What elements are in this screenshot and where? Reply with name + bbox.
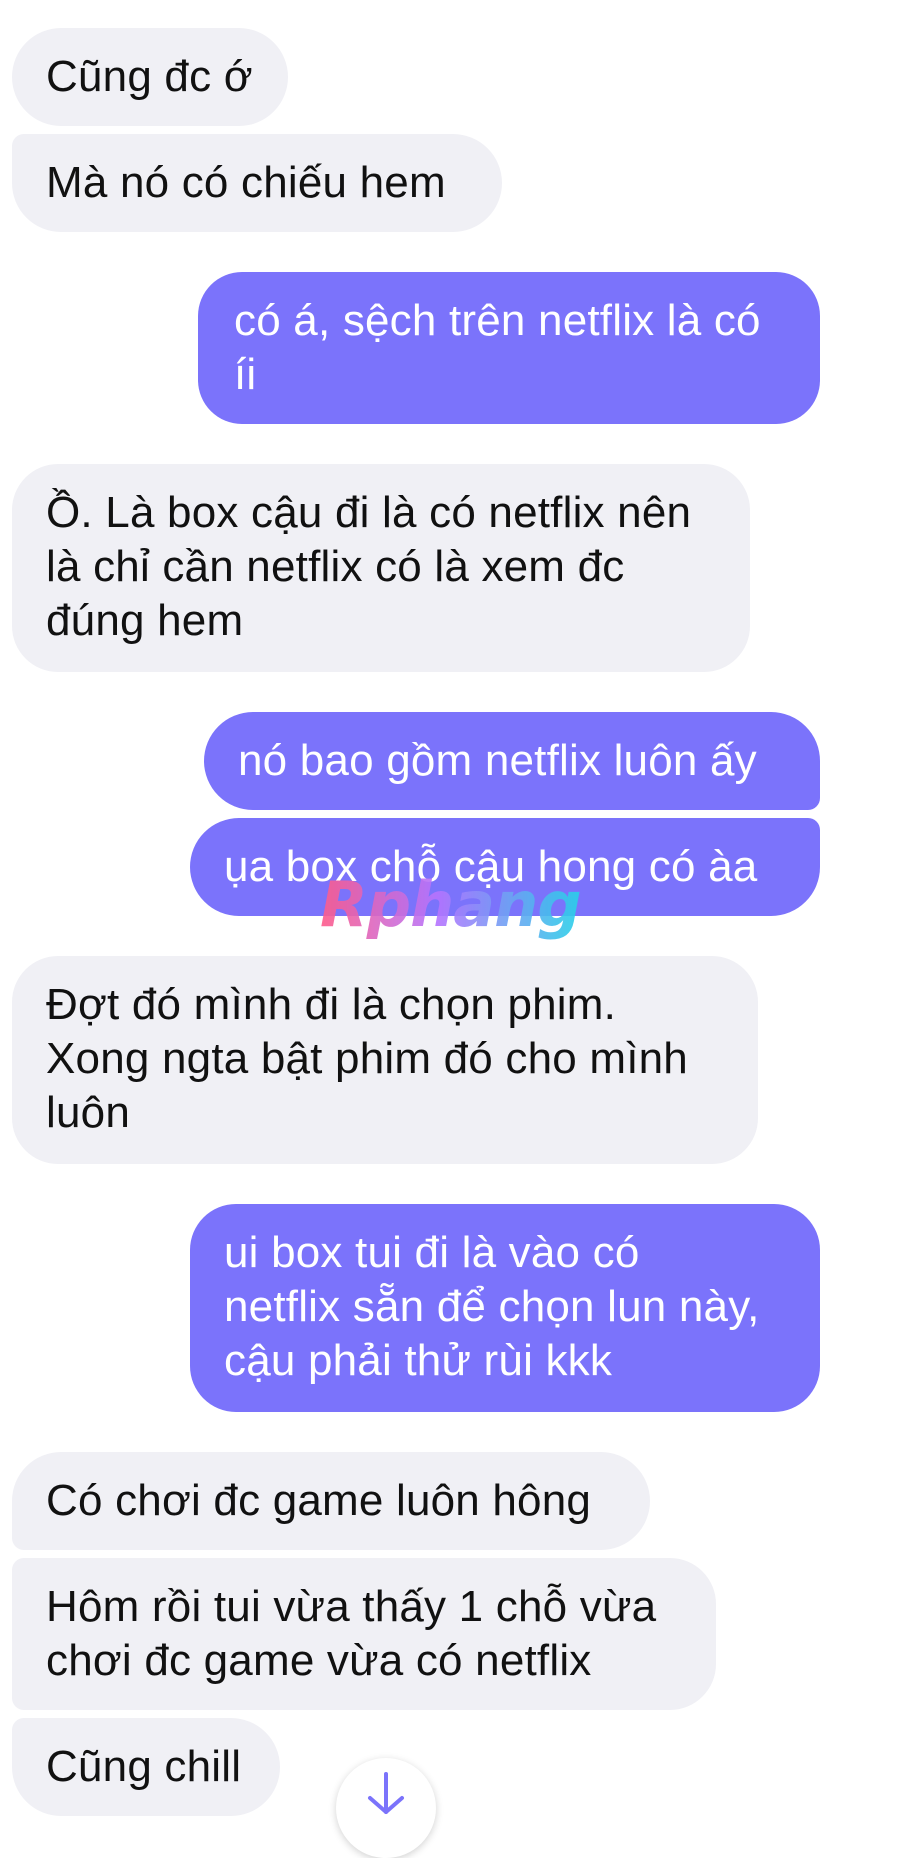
message-incoming[interactable]: Cũng chill bbox=[12, 1718, 280, 1816]
message-incoming[interactable]: Mà nó có chiếu hem bbox=[12, 134, 502, 232]
message-outgoing[interactable]: có á, sệch trên netflix là có íi bbox=[198, 272, 820, 424]
conversation-thread: Cũng đc ớ Mà nó có chiếu hem có á, sệch … bbox=[0, 0, 924, 1858]
message-incoming[interactable]: Hôm rồi tui vừa thấy 1 chỗ vừa chơi đc g… bbox=[12, 1558, 716, 1710]
arrow-down-icon bbox=[368, 1772, 404, 1814]
message-incoming[interactable]: Có chơi đc game luôn hông bbox=[12, 1452, 650, 1550]
message-incoming[interactable]: Ồ. Là box cậu đi là có netflix nên là ch… bbox=[12, 464, 750, 672]
message-incoming[interactable]: Cũng đc ớ bbox=[12, 28, 288, 126]
scroll-to-bottom-button[interactable] bbox=[336, 1758, 436, 1858]
message-incoming[interactable]: Đợt đó mình đi là chọn phim. Xong ngta b… bbox=[12, 956, 758, 1164]
message-outgoing[interactable]: ui box tui đi là vào có netflix sẵn để c… bbox=[190, 1204, 820, 1412]
message-outgoing[interactable]: ụa box chỗ cậu hong có àa bbox=[190, 818, 820, 916]
message-outgoing[interactable]: nó bao gồm netflix luôn ấy bbox=[204, 712, 820, 810]
